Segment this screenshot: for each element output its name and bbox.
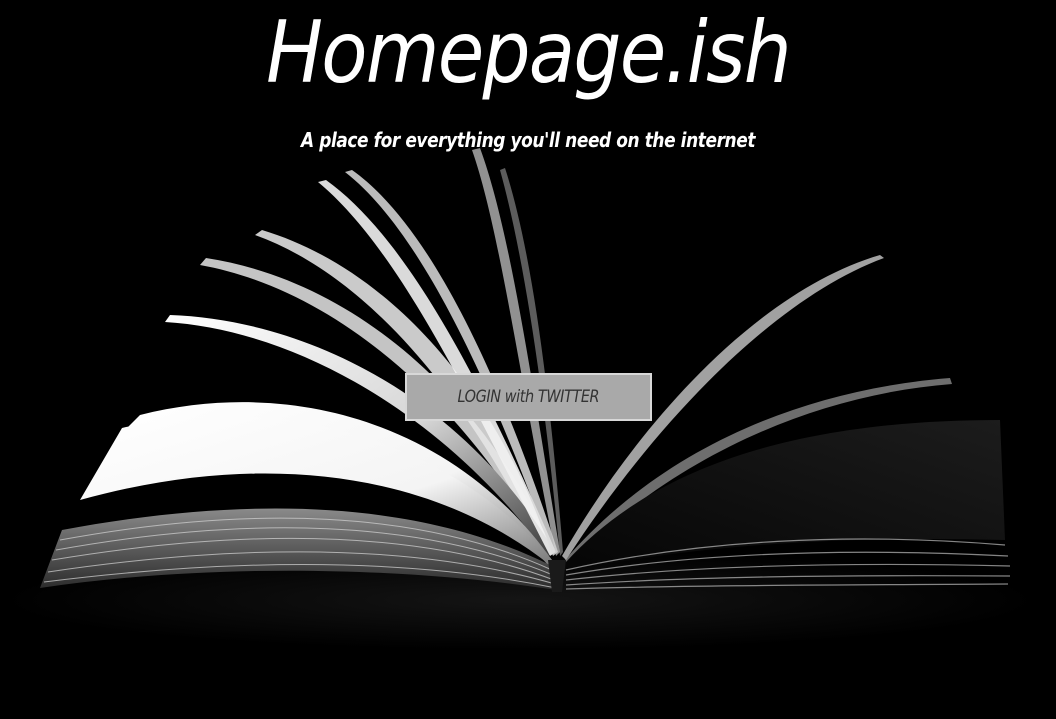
login-with-twitter-button[interactable]: LOGIN with TWITTER xyxy=(405,373,652,421)
landing-page: Homepage.ish A place for everything you'… xyxy=(0,0,1056,719)
login-button-label: LOGIN with TWITTER xyxy=(457,387,600,407)
open-book-image xyxy=(0,0,1056,719)
site-tagline: A place for everything you'll need on th… xyxy=(300,128,756,152)
site-title: Homepage.ish xyxy=(266,3,792,103)
